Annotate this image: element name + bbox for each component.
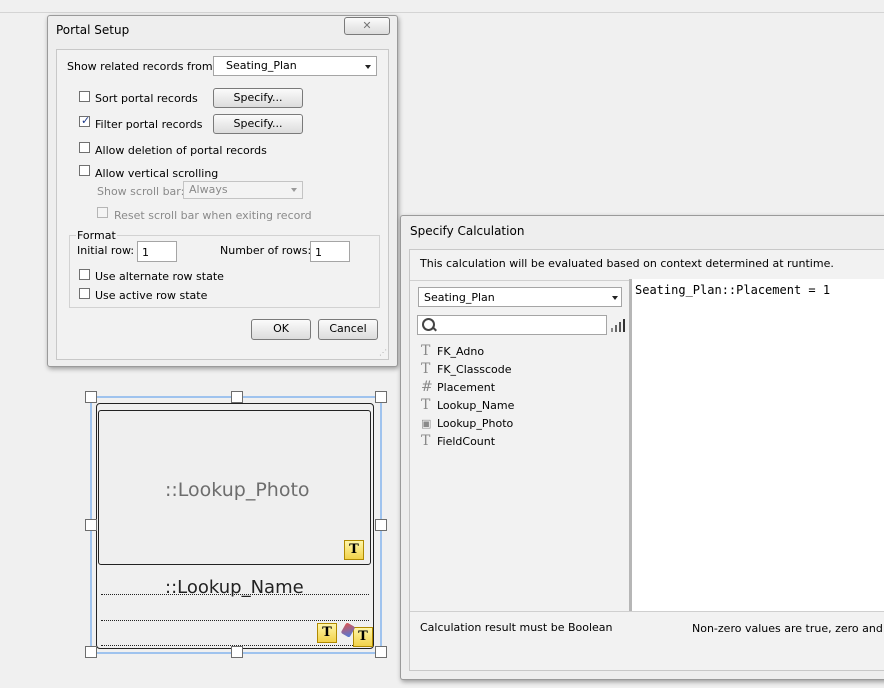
sort-order-icon[interactable] <box>611 318 625 332</box>
field-name: FieldCount <box>437 435 496 448</box>
field-name: Lookup_Photo <box>437 417 514 430</box>
portal-row-divider <box>101 620 369 621</box>
container-field-icon: ▣ <box>421 417 432 430</box>
resize-handle[interactable] <box>85 519 97 531</box>
allow-deletion-label: Allow deletion of portal records <box>95 144 267 157</box>
table-select-value: Seating_Plan <box>424 291 495 304</box>
initial-row-label: Initial row: <box>77 244 135 257</box>
text-format-badge-icon[interactable]: T <box>317 623 337 643</box>
formula-editor[interactable] <box>629 279 884 612</box>
resize-handle[interactable] <box>85 391 97 403</box>
chevron-down-icon <box>612 296 618 300</box>
format-label: Format <box>76 229 117 242</box>
formula-text: Seating_Plan::Placement = 1 <box>635 283 831 297</box>
scroll-bar-value: Always <box>189 183 228 196</box>
footer-divider <box>410 611 884 612</box>
chevron-down-icon <box>365 65 371 69</box>
field-name: FK_Classcode <box>437 363 512 376</box>
sort-checkbox[interactable] <box>79 91 90 102</box>
active-row-checkbox[interactable] <box>79 288 90 299</box>
chevron-down-icon <box>291 188 297 192</box>
number-rows-label: Number of rows: <box>220 244 312 257</box>
cancel-button[interactable]: Cancel <box>318 319 378 340</box>
context-note: This calculation will be evaluated based… <box>420 257 834 270</box>
text-format-badge-icon[interactable]: T <box>353 627 373 647</box>
resize-handle[interactable] <box>375 646 387 658</box>
ok-button[interactable]: OK <box>251 319 311 340</box>
filter-checkbox[interactable]: ✓ <box>79 114 91 127</box>
related-table-select[interactable]: Seating_Plan <box>213 56 377 76</box>
field-name: Lookup_Name <box>437 399 515 412</box>
specify-calculation-dialog: Specify Calculation This calculation wil… <box>400 215 884 680</box>
number-field-icon: # <box>421 379 433 395</box>
alt-row-label: Use alternate row state <box>95 270 224 283</box>
text-field-icon: T <box>421 397 431 413</box>
number-rows-input[interactable]: 1 <box>310 241 350 262</box>
show-scroll-label: Show scroll bar: <box>97 185 185 198</box>
sort-specify-button[interactable]: Specify... <box>213 88 303 108</box>
sort-label: Sort portal records <box>95 92 198 105</box>
alt-row-checkbox[interactable] <box>79 269 90 280</box>
portal-setup-dialog: Portal Setup ✕ Show related records from… <box>47 15 398 367</box>
checkmark-icon: ✓ <box>81 114 91 127</box>
number-rows-value: 1 <box>315 246 322 259</box>
filter-label: Filter portal records <box>95 118 203 131</box>
reset-scroll-checkbox[interactable] <box>97 207 108 218</box>
resize-handle[interactable] <box>231 646 243 658</box>
text-format-badge-icon[interactable]: T <box>344 540 364 560</box>
filter-specify-button[interactable]: Specify... <box>213 114 303 134</box>
initial-row-value: 1 <box>142 246 149 259</box>
allow-vertical-checkbox[interactable] <box>79 165 90 176</box>
field-name: Placement <box>437 381 496 394</box>
close-button[interactable]: ✕ <box>344 17 390 35</box>
allow-vertical-label: Allow vertical scrolling <box>95 167 219 180</box>
search-icon-handle <box>432 326 437 332</box>
text-field-icon: T <box>421 361 431 377</box>
dialog-title: Portal Setup <box>56 23 130 37</box>
initial-row-input[interactable]: 1 <box>137 241 177 262</box>
result-type-note: Calculation result must be Boolean <box>420 621 613 634</box>
photo-field-label: ::Lookup_Photo <box>165 479 310 501</box>
show-related-label: Show related records from: <box>67 60 217 73</box>
reset-scroll-label: Reset scroll bar when exiting record <box>114 209 312 222</box>
text-field-icon: T <box>421 433 431 449</box>
text-field-icon: T <box>421 343 431 359</box>
top-divider <box>0 12 884 13</box>
close-icon: ✕ <box>362 19 372 32</box>
related-table-value: Seating_Plan <box>226 59 297 72</box>
nonzero-note: Non-zero values are true, zero and em <box>692 622 884 635</box>
scroll-bar-select[interactable]: Always <box>183 181 303 199</box>
resize-grip-icon[interactable]: ⋰ <box>379 349 389 359</box>
name-field-label[interactable]: ::Lookup_Name <box>165 577 304 598</box>
active-row-label: Use active row state <box>95 289 208 302</box>
resize-handle[interactable] <box>231 391 243 403</box>
dialog-title: Specify Calculation <box>410 224 525 238</box>
resize-handle[interactable] <box>375 391 387 403</box>
field-name: FK_Adno <box>437 345 485 358</box>
field-search-input[interactable] <box>417 315 607 335</box>
resize-handle[interactable] <box>85 646 97 658</box>
allow-deletion-checkbox[interactable] <box>79 142 90 153</box>
resize-handle[interactable] <box>375 519 387 531</box>
table-select[interactable]: Seating_Plan <box>418 287 622 307</box>
